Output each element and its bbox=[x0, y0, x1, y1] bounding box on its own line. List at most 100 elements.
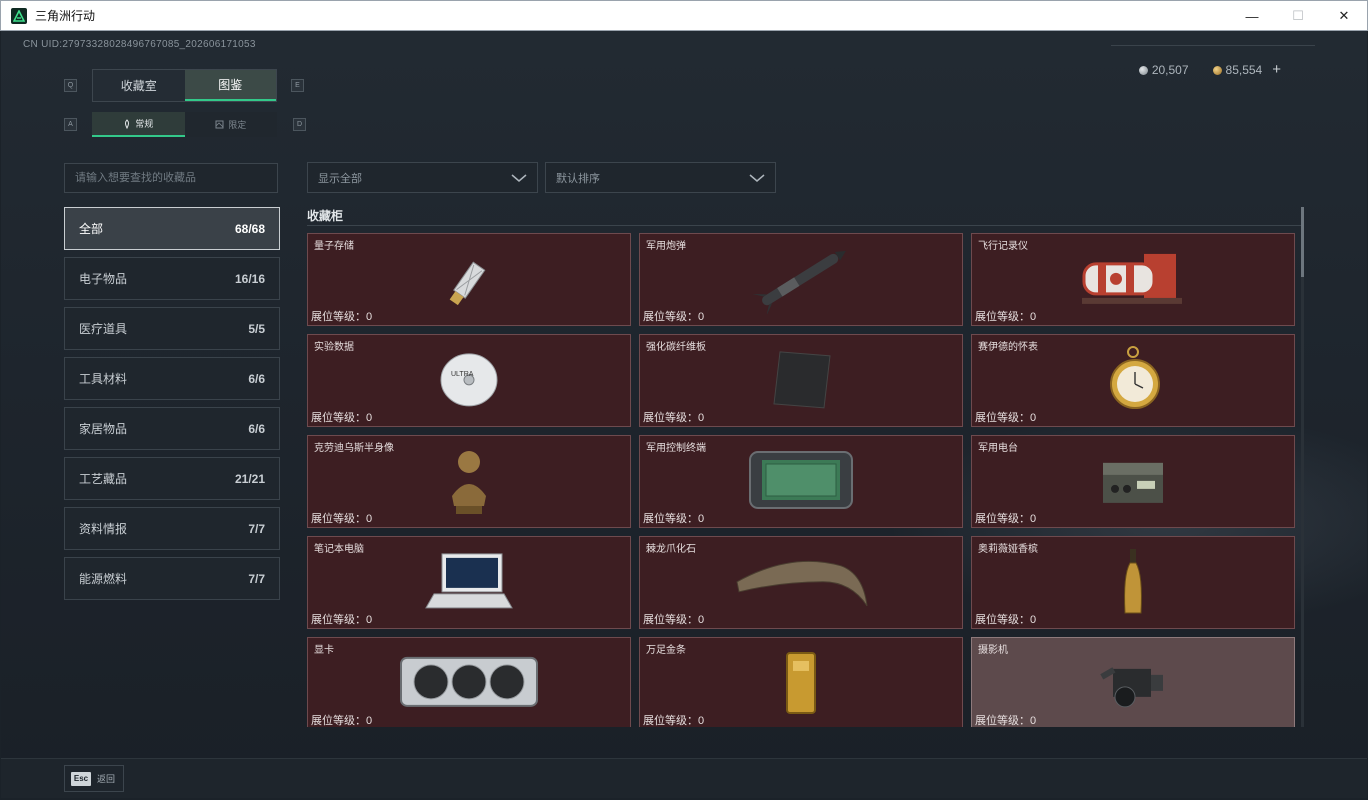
scrollbar[interactable] bbox=[1301, 207, 1304, 727]
item-name: 棘龙爪化石 bbox=[646, 544, 696, 555]
display-level-value: 0 bbox=[366, 513, 373, 525]
collection-item-card[interactable]: 军用电台 展位等级：0 bbox=[971, 435, 1295, 528]
item-name: 军用电台 bbox=[978, 443, 1018, 454]
collection-item-card[interactable]: 军用炮弹 展位等级：0 bbox=[639, 233, 963, 326]
category-count: 5/5 bbox=[248, 321, 265, 336]
sub-tabs: 常规 限定 bbox=[92, 112, 277, 137]
minimize-icon: — bbox=[1245, 8, 1259, 24]
category-label: 工艺藏品 bbox=[79, 472, 128, 486]
collection-item-card[interactable]: 万足金条 展位等级：0 bbox=[639, 637, 963, 727]
currency-bar: 20,507 85,554 + bbox=[1138, 61, 1281, 78]
collection-item-card[interactable]: 摄影机 展位等级：0 bbox=[971, 637, 1295, 727]
search-input[interactable] bbox=[64, 163, 278, 193]
tab-codex[interactable]: 图鉴 bbox=[184, 70, 276, 101]
display-level-label: 展位等级： bbox=[643, 311, 698, 323]
silver-coin-icon bbox=[1138, 65, 1148, 75]
display-level-value: 0 bbox=[366, 715, 373, 727]
category-count: 7/7 bbox=[248, 521, 265, 536]
collection-item-card[interactable]: 克劳迪乌斯半身像 展位等级：0 bbox=[307, 435, 631, 528]
window-title: 三角洲行动 bbox=[35, 9, 96, 23]
display-level-label: 展位等级： bbox=[643, 614, 698, 626]
category-electronics[interactable]: 电子物品 16/16 bbox=[64, 257, 280, 300]
collection-item-card[interactable]: 强化碳纤维板 展位等级：0 bbox=[639, 334, 963, 427]
add-currency-button[interactable]: + bbox=[1272, 61, 1281, 78]
display-level-label: 展位等级： bbox=[311, 412, 366, 424]
category-list: 全部 68/68 电子物品 16/16 医疗道具 5/5 工具材料 6/6 家居物品 6/… bbox=[64, 207, 280, 607]
category-intel[interactable]: 资料情报 7/7 bbox=[64, 507, 280, 550]
subtab-regular[interactable]: 常规 bbox=[92, 112, 185, 137]
collection-item-card[interactable]: 军用控制终端 展位等级：0 bbox=[639, 435, 963, 528]
item-name: 飞行记录仪 bbox=[978, 241, 1028, 252]
item-display-level: 展位等级：0 bbox=[975, 308, 1036, 324]
display-level-value: 0 bbox=[698, 311, 705, 323]
display-level-label: 展位等级： bbox=[643, 715, 698, 727]
limited-icon bbox=[215, 120, 224, 129]
radio-icon bbox=[1097, 448, 1169, 517]
category-label: 工具材料 bbox=[79, 372, 128, 386]
window-titlebar: 三角洲行动 — ☐ ✕ bbox=[0, 0, 1368, 31]
maximize-button[interactable]: ☐ bbox=[1275, 1, 1321, 31]
category-count: 21/21 bbox=[234, 471, 265, 486]
category-tools[interactable]: 工具材料 6/6 bbox=[64, 357, 280, 400]
close-button[interactable]: ✕ bbox=[1321, 1, 1367, 31]
collection-item-card[interactable]: 赛伊德的怀表展位等级：0 bbox=[971, 334, 1295, 427]
display-level-label: 展位等级： bbox=[975, 715, 1030, 727]
main-tabs: 收藏室 图鉴 bbox=[92, 69, 277, 102]
category-crafts[interactable]: 工艺藏品 21/21 bbox=[64, 457, 280, 500]
display-level-label: 展位等级： bbox=[643, 513, 698, 525]
filter-dropdown[interactable]: 显示全部 bbox=[307, 162, 538, 193]
category-household[interactable]: 家居物品 6/6 bbox=[64, 407, 280, 450]
category-label: 资料情报 bbox=[79, 522, 128, 536]
tab-collection-room[interactable]: 收藏室 bbox=[93, 70, 185, 101]
collection-item-card[interactable]: 实验数据 ULTRA 展位等级：0 bbox=[307, 334, 631, 427]
back-label: 返回 bbox=[97, 774, 116, 784]
scrollbar-thumb[interactable] bbox=[1301, 207, 1304, 277]
collection-item-card[interactable]: 笔记本电脑 展位等级：0 bbox=[307, 536, 631, 629]
display-level-label: 展位等级： bbox=[975, 311, 1030, 323]
display-level-value: 0 bbox=[698, 715, 705, 727]
item-name: 赛伊德的怀表 bbox=[978, 342, 1038, 353]
display-level-label: 展位等级： bbox=[311, 715, 366, 727]
pocket-watch-icon bbox=[1103, 344, 1163, 421]
usb-drive-icon bbox=[439, 248, 499, 313]
display-level-label: 展位等级： bbox=[311, 513, 366, 525]
collection-item-card[interactable]: 棘龙爪化石 展位等级：0 bbox=[639, 536, 963, 629]
category-label: 家居物品 bbox=[79, 422, 128, 436]
key-q-hint: Q bbox=[64, 79, 77, 92]
category-label: 能源燃料 bbox=[79, 572, 128, 586]
display-level-value: 0 bbox=[1030, 614, 1037, 626]
display-level-value: 0 bbox=[1030, 715, 1037, 727]
category-label: 电子物品 bbox=[79, 272, 128, 286]
item-display-level: 展位等级：0 bbox=[975, 409, 1036, 425]
collection-item-card[interactable]: 显卡 展位等级：0 bbox=[307, 637, 631, 727]
display-level-value: 0 bbox=[1030, 412, 1037, 424]
category-all[interactable]: 全部 68/68 bbox=[64, 207, 280, 250]
subtab-limited[interactable]: 限定 bbox=[184, 112, 277, 137]
collection-item-card[interactable]: 量子存储 展位等级：0 bbox=[307, 233, 631, 326]
category-energy[interactable]: 能源燃料 7/7 bbox=[64, 557, 280, 600]
item-name: 强化碳纤维板 bbox=[646, 342, 706, 353]
chevron-down-icon bbox=[749, 173, 765, 182]
sort-dropdown[interactable]: 默认排序 bbox=[545, 162, 776, 193]
display-level-value: 0 bbox=[698, 513, 705, 525]
bust-icon bbox=[444, 446, 494, 521]
item-name: 量子存储 bbox=[314, 241, 354, 252]
laptop-icon bbox=[424, 549, 514, 618]
collection-item-card[interactable]: 奥莉薇娅香槟 展位等级：0 bbox=[971, 536, 1295, 629]
item-display-level: 展位等级：0 bbox=[311, 510, 372, 526]
esc-key-icon: Esc bbox=[71, 771, 91, 786]
minimize-button[interactable]: — bbox=[1229, 1, 1275, 31]
item-display-level: 展位等级：0 bbox=[311, 409, 372, 425]
item-name: 实验数据 bbox=[314, 342, 354, 353]
category-count: 16/16 bbox=[234, 271, 265, 286]
display-level-label: 展位等级： bbox=[975, 614, 1030, 626]
back-button[interactable]: Esc 返回 bbox=[64, 765, 124, 792]
display-level-value: 0 bbox=[698, 412, 705, 424]
subtab-regular-label: 常规 bbox=[135, 119, 154, 129]
category-medical[interactable]: 医疗道具 5/5 bbox=[64, 307, 280, 350]
collection-item-card[interactable]: 飞行记录仪展位等级：0 bbox=[971, 233, 1295, 326]
decorative-divider bbox=[1111, 45, 1315, 46]
item-display-level: 展位等级：0 bbox=[975, 712, 1036, 727]
category-label: 医疗道具 bbox=[79, 322, 128, 336]
item-display-level: 展位等级：0 bbox=[643, 308, 704, 324]
